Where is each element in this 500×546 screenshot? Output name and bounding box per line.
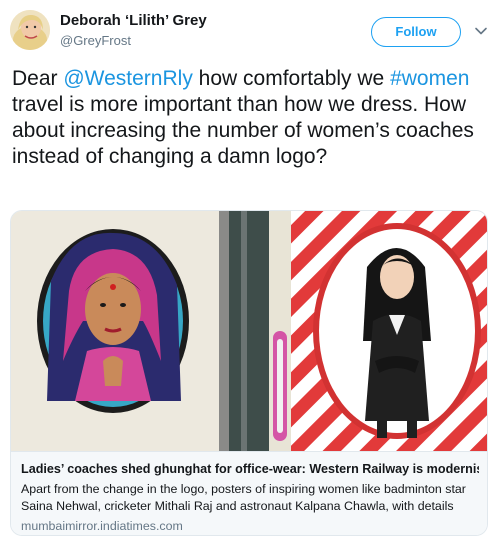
- avatar[interactable]: [10, 10, 50, 50]
- follow-button[interactable]: Follow: [371, 17, 461, 47]
- card-body: Ladies’ coaches shed ghunghat for office…: [11, 451, 487, 535]
- hashtag-link[interactable]: #women: [390, 67, 469, 90]
- mention-link[interactable]: @WesternRly: [63, 67, 192, 90]
- tweet-text: Dear @WesternRly how comfortably we #wom…: [12, 66, 492, 170]
- card-domain: mumbaimirror.indiatimes.com: [21, 519, 183, 533]
- tweet: Deborah ‘Lilith’ Grey @GreyFrost Follow …: [0, 0, 500, 546]
- card-description: Apart from the change in the logo, poste…: [21, 482, 466, 513]
- tweet-text-part: travel is more important than how we dre…: [12, 93, 474, 168]
- link-card[interactable]: Ladies’ coaches shed ghunghat for office…: [10, 210, 488, 536]
- author-block: Deborah ‘Lilith’ Grey @GreyFrost: [60, 12, 207, 49]
- tweet-text-part: Dear: [12, 67, 64, 90]
- card-image: [11, 211, 487, 451]
- chevron-down-icon[interactable]: [474, 24, 488, 38]
- author-name[interactable]: Deborah ‘Lilith’ Grey: [60, 12, 207, 30]
- avatar-image: [10, 10, 50, 50]
- tweet-text-part: how comfortably we: [192, 67, 391, 90]
- author-handle[interactable]: @GreyFrost: [60, 32, 207, 49]
- card-title[interactable]: Ladies’ coaches shed ghunghat for office…: [21, 461, 479, 478]
